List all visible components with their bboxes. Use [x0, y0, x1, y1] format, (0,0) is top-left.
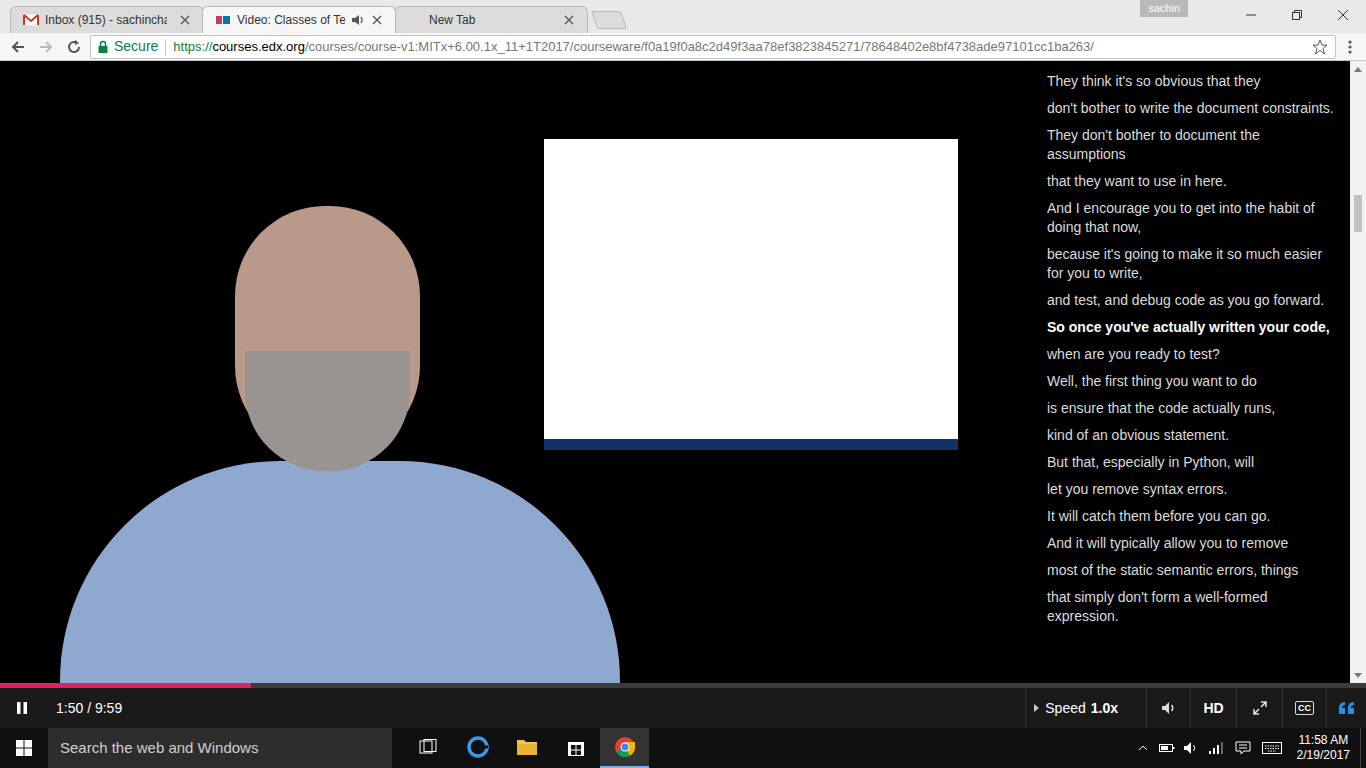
presenter-beard: [245, 351, 410, 471]
keyboard-icon[interactable]: [1257, 728, 1287, 768]
transcript-line[interactable]: when are you ready to test?: [1047, 345, 1336, 364]
minimize-icon[interactable]: [1228, 0, 1274, 30]
new-tab-button[interactable]: [591, 11, 628, 29]
edge-icon[interactable]: [453, 728, 502, 768]
transcript-line[interactable]: kind of an obvious statement.: [1047, 426, 1336, 445]
forward-arrow-icon[interactable]: [34, 35, 58, 59]
pause-icon[interactable]: [2, 688, 42, 728]
taskbar: Search the web and Windows 11:58 AM2/19/2…: [0, 728, 1366, 768]
explorer-icon[interactable]: [502, 728, 551, 768]
transcript-line[interactable]: and test, and debug code as you go forwa…: [1047, 291, 1336, 310]
show-hidden-icons-icon[interactable]: [1131, 728, 1155, 768]
scroll-down-icon[interactable]: [1350, 667, 1366, 683]
speed-value: 1.0x: [1091, 698, 1118, 719]
toolbar: Secure https://courses.edx.org/courses/co…: [0, 33, 1366, 61]
cc-label: CC: [1295, 701, 1314, 715]
omnibox[interactable]: Secure https://courses.edx.org/courses/co…: [90, 35, 1336, 59]
menu-dots-icon[interactable]: [1340, 35, 1360, 59]
url-path: /courses/course-v1:MITx+6.00.1x_11+1T201…: [305, 39, 1094, 54]
power-icon[interactable]: [1155, 728, 1179, 768]
scroll-up-icon[interactable]: [1350, 61, 1366, 77]
audio-playing-icon: [351, 13, 365, 27]
slide-footer: [544, 439, 958, 450]
url-scheme: https://: [173, 39, 212, 54]
transcript-line[interactable]: And I encourage you to get into the habi…: [1047, 199, 1336, 237]
show-desktop-button[interactable]: [1360, 728, 1366, 768]
transcript-line[interactable]: most of the static semantic errors, thin…: [1047, 561, 1336, 580]
url-host: courses.edx.org: [212, 39, 305, 54]
transcript-line[interactable]: Well, the first thing you want to do: [1047, 372, 1336, 391]
transcript-line[interactable]: It will catch them before you can go.: [1047, 507, 1336, 526]
edx-favicon-icon: [215, 12, 231, 28]
volume-icon[interactable]: [1146, 688, 1190, 728]
browser-tab[interactable]: Video: Classes of Test: [202, 6, 396, 33]
expand-triangle-icon: [1032, 703, 1040, 713]
clock-date: 2/19/2017: [1297, 748, 1350, 763]
profile-name: sachin: [1148, 3, 1180, 14]
task-view-icon[interactable]: [404, 728, 453, 768]
scroll-track: [1350, 77, 1366, 667]
transcript-line[interactable]: let you remove syntax errors.: [1047, 480, 1336, 499]
search-placeholder: Search the web and Windows: [60, 737, 258, 760]
scroll-thumb[interactable]: [1354, 195, 1362, 232]
transcript-line[interactable]: They don't bother to document the assump…: [1047, 126, 1336, 164]
speed-label: Speed: [1045, 698, 1085, 719]
network-icon[interactable]: [1203, 728, 1229, 768]
speed-button[interactable]: Speed 1.0x: [1025, 688, 1146, 728]
store-icon[interactable]: [551, 728, 600, 768]
close-window-icon[interactable]: [1320, 0, 1366, 30]
transcript-line[interactable]: is ensure that the code actually runs,: [1047, 399, 1336, 418]
transcript-quote-icon[interactable]: [1326, 688, 1366, 728]
tab-label: Inbox (915) - sachinchap: [45, 11, 167, 29]
page-content: They think it's so obvious that they don'…: [0, 61, 1366, 683]
tab-strip: Inbox (915) - sachinchap Video: Classes o…: [0, 0, 1366, 33]
browser-tab[interactable]: New Tab: [394, 6, 588, 33]
transcript-panel: They think it's so obvious that they don'…: [1030, 61, 1350, 683]
close-tab-icon[interactable]: [371, 14, 383, 26]
transcript-line[interactable]: But that, especially in Python, will: [1047, 453, 1336, 472]
back-arrow-icon[interactable]: [6, 35, 30, 59]
hd-label: HD: [1203, 698, 1223, 719]
transcript-line[interactable]: They think it's so obvious that they: [1047, 72, 1336, 91]
player-controls: 1:50 / 9:59 Speed 1.0x HD CC: [0, 688, 1366, 728]
scrollbar[interactable]: [1350, 61, 1366, 683]
fullscreen-icon[interactable]: [1236, 688, 1282, 728]
bookmark-star-icon[interactable]: [1311, 38, 1329, 56]
transcript-line[interactable]: that they want to use in here.: [1047, 172, 1336, 191]
newtab-favicon-icon: [407, 12, 423, 28]
url-text: https://courses.edx.org/courses/course-v…: [173, 37, 1306, 57]
lock-icon: [97, 40, 109, 54]
captions-button[interactable]: CC: [1282, 688, 1326, 728]
notifications-icon[interactable]: [1229, 728, 1257, 768]
chrome-icon[interactable]: [600, 728, 649, 768]
hd-button[interactable]: HD: [1190, 688, 1236, 728]
browser-tab[interactable]: Inbox (915) - sachinchap: [10, 6, 204, 33]
transcript-line[interactable]: don't bother to write the document const…: [1047, 99, 1336, 118]
window-controls: sachin: [1140, 0, 1366, 30]
tab-label: Video: Classes of Test: [237, 11, 345, 29]
restore-icon[interactable]: [1274, 0, 1320, 30]
video-frame[interactable]: [0, 61, 1030, 683]
transcript-line[interactable]: that simply don't form a well-formed exp…: [1047, 588, 1336, 626]
transcript-line[interactable]: So once you've actually written your cod…: [1047, 318, 1336, 337]
secure-label: Secure: [114, 36, 158, 57]
volume-icon[interactable]: [1179, 728, 1203, 768]
windows-logo-icon[interactable]: [0, 728, 48, 768]
transcript-line[interactable]: And it will typically allow you to remov…: [1047, 534, 1336, 553]
close-tab-icon[interactable]: [179, 14, 191, 26]
tab-label: New Tab: [429, 11, 551, 29]
search-box[interactable]: Search the web and Windows: [48, 728, 392, 768]
presenter-shirt: [60, 461, 620, 683]
clock[interactable]: 11:58 AM2/19/2017: [1287, 728, 1360, 768]
gmail-favicon-icon: [23, 12, 39, 28]
time-display: 1:50 / 9:59: [56, 698, 122, 719]
profile-button[interactable]: sachin: [1140, 0, 1188, 17]
clock-time: 11:58 AM: [1298, 733, 1348, 748]
close-tab-icon[interactable]: [563, 14, 575, 26]
transcript-line[interactable]: because it's going to make it so much ea…: [1047, 245, 1336, 283]
lecture-slide: [544, 139, 958, 450]
separator: [165, 39, 166, 55]
reload-icon[interactable]: [62, 35, 86, 59]
